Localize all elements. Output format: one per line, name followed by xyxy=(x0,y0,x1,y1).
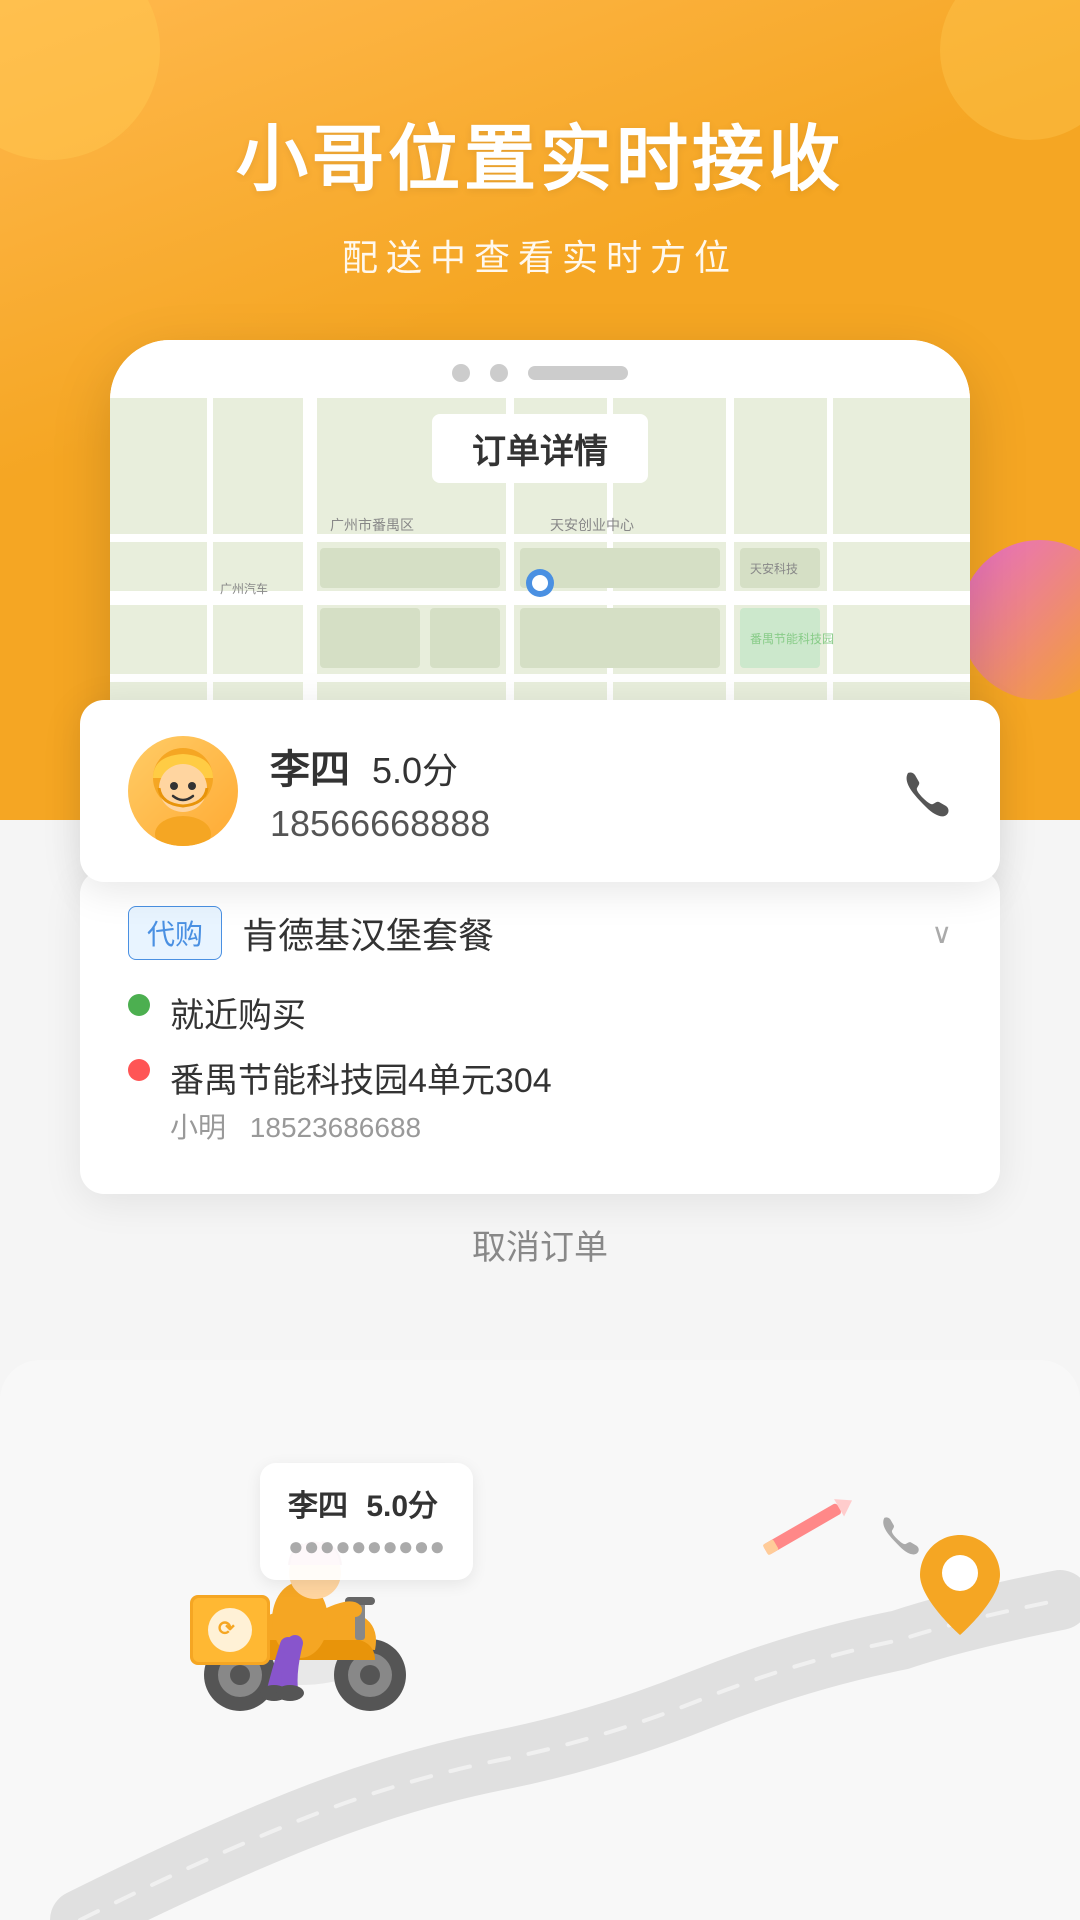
location-pin xyxy=(920,1535,1000,1640)
deliverer-card: 李四 5.0分 18566668888 xyxy=(80,700,1000,882)
delivery-item: 番禺节能科技园4单元304 小明 18523686688 xyxy=(128,1053,952,1146)
deliverer-phone: 18566668888 xyxy=(270,803,864,845)
cancel-order-button[interactable]: 取消订单 xyxy=(472,1220,608,1269)
deliverer-info: 李四 5.0分 18566668888 xyxy=(270,737,864,845)
rider-call-button[interactable] xyxy=(876,1511,920,1560)
svg-text:广州汽车: 广州汽车 xyxy=(220,581,268,596)
phone-sensor xyxy=(490,364,508,382)
svg-text:天安科技: 天安科技 xyxy=(750,561,798,576)
delivery-dot xyxy=(128,1059,150,1081)
pickup-item: 就近购买 xyxy=(128,988,952,1037)
chevron-down-icon[interactable]: ∨ xyxy=(932,917,953,950)
deliverer-name: 李四 xyxy=(270,737,350,795)
deliverer-score: 5.0分 xyxy=(372,742,458,794)
rider-phone-placeholder: ●●●●●●●●●● xyxy=(288,1531,445,1562)
contact-name: 小明 xyxy=(170,1112,226,1143)
order-name: 肯德基汉堡套餐 xyxy=(242,907,494,959)
hero-section: 小哥位置实时接收 配送中查看实时方位 xyxy=(0,100,1080,281)
delivery-address: 番禺节能科技园4单元304 xyxy=(170,1053,552,1102)
order-type-row: 代购 肯德基汉堡套餐 ∨ xyxy=(128,906,952,960)
bottom-scene: ⟳ 李四 5.0分 ●●●●●●●●●● xyxy=(0,1340,1080,1920)
rider-call-icon xyxy=(876,1511,920,1555)
phone-call-icon xyxy=(898,765,950,817)
pickup-label: 就近购买 xyxy=(170,988,306,1037)
order-card: 代购 肯德基汉堡套餐 ∨ 就近购买 番禺节能科技园4单元304 小明 18523… xyxy=(80,870,1000,1194)
order-route: 就近购买 番禺节能科技园4单元304 小明 18523686688 xyxy=(128,988,952,1146)
avatar-svg xyxy=(128,736,238,846)
rider-info-card: 李四 5.0分 ●●●●●●●●●● xyxy=(260,1463,473,1580)
svg-text:⟳: ⟳ xyxy=(218,1618,235,1640)
call-button[interactable] xyxy=(896,763,952,819)
order-tag: 代购 xyxy=(128,906,222,960)
phone-top-bar xyxy=(110,340,970,398)
order-title: 订单详情 xyxy=(432,414,648,483)
svg-text:天安创业中心: 天安创业中心 xyxy=(550,517,634,533)
location-pin-icon xyxy=(920,1535,1000,1635)
svg-text:广州市番禺区: 广州市番禺区 xyxy=(330,517,414,533)
phone-camera xyxy=(452,364,470,382)
pickup-dot xyxy=(128,994,150,1016)
hero-subtitle: 配送中查看实时方位 xyxy=(0,229,1080,281)
contact-phone: 18523686688 xyxy=(250,1112,421,1143)
phone-speaker xyxy=(528,366,628,380)
deliverer-avatar xyxy=(128,736,238,846)
contact-info: 小明 18523686688 xyxy=(170,1106,552,1146)
svg-text:番禺节能科技园: 番禺节能科技园 xyxy=(750,632,834,646)
hero-title: 小哥位置实时接收 xyxy=(0,100,1080,205)
rider-name: 李四 5.0分 xyxy=(288,1481,445,1525)
